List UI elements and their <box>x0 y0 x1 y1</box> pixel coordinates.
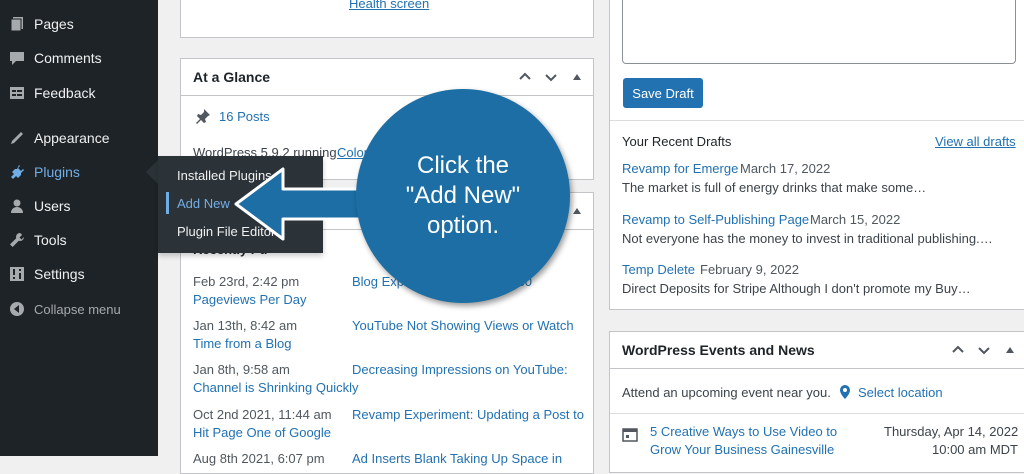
chevron-down-icon[interactable] <box>543 69 559 85</box>
save-draft-button[interactable]: Save Draft <box>623 78 703 108</box>
sidebar-item-pages[interactable]: Pages <box>0 7 158 41</box>
draft-date: March 17, 2022 <box>740 161 831 176</box>
sidebar-item-tools[interactable]: Tools <box>0 223 158 257</box>
pages-icon <box>8 15 26 33</box>
toggle-panel-icon[interactable] <box>1002 342 1018 358</box>
draft-date: March 15, 2022 <box>810 212 901 227</box>
draft-date: February 9, 2022 <box>700 262 800 277</box>
appearance-icon <box>8 129 26 147</box>
divider <box>610 413 1024 414</box>
activity-date: Jan 8th, 9:58 am <box>193 362 290 377</box>
submenu-add-new[interactable]: Add New <box>166 192 230 214</box>
feedback-icon <box>8 84 26 102</box>
flyout-pointer <box>146 160 158 184</box>
draft-title-link[interactable]: Temp Delete <box>622 262 695 277</box>
sidebar-item-label: Pages <box>34 16 74 32</box>
chevron-up-icon[interactable] <box>950 342 966 358</box>
sidebar-item-feedback[interactable]: Feedback <box>0 76 158 110</box>
activity-post-link[interactable]: Channel is Shrinking Quickly <box>193 380 358 395</box>
sidebar-item-label: Settings <box>34 266 85 282</box>
event-time: 10:00 am MDT <box>932 442 1018 457</box>
activity-post-link[interactable]: Decreasing Impressions on YouTube: <box>352 362 568 377</box>
sidebar-item-label: Comments <box>34 50 102 66</box>
panel-controls <box>517 69 585 85</box>
draft-content-textarea[interactable] <box>622 0 1016 64</box>
activity-post-link[interactable]: Time from a Blog <box>193 336 292 351</box>
sidebar-item-label: Feedback <box>34 85 96 101</box>
panel-title: WordPress Events and News <box>622 342 815 358</box>
sidebar-item-settings[interactable]: Settings <box>0 257 158 291</box>
tools-icon <box>8 231 26 249</box>
submenu-installed-plugins[interactable]: Installed Plugins <box>166 164 272 186</box>
collapse-menu-button[interactable]: Collapse menu <box>0 292 158 326</box>
sidebar-item-plugins[interactable]: Plugins <box>0 155 158 189</box>
activity-post-link[interactable]: Revamp Experiment: Updating a Post to <box>352 407 584 422</box>
draft-excerpt: Not everyone has the money to invest in … <box>622 231 993 246</box>
callout-line-1: Click the <box>416 152 510 179</box>
toggle-panel-icon[interactable] <box>569 203 585 219</box>
comments-icon <box>8 49 26 67</box>
admin-sidebar: Pages Comments Feedback Appearance Plugi… <box>0 0 158 456</box>
site-health-panel: Health screen <box>180 0 594 38</box>
chevron-down-icon[interactable] <box>976 342 992 358</box>
sidebar-item-label: Tools <box>34 232 67 248</box>
plugins-submenu: Installed Plugins Add New Plugin File Ed… <box>158 156 323 253</box>
panel-title: At a Glance <box>193 69 271 85</box>
collapse-icon <box>8 300 26 318</box>
panel-header: At a Glance <box>181 59 593 96</box>
event-title-link[interactable]: 5 Creative Ways to Use Video to <box>650 424 837 439</box>
callout-bubble: Click the "Add New" option. <box>356 89 570 303</box>
activity-post-link[interactable]: Pageviews Per Day <box>193 292 306 307</box>
health-screen-link[interactable]: Health screen <box>349 0 429 11</box>
sidebar-item-users[interactable]: Users <box>0 189 158 223</box>
sidebar-item-appearance[interactable]: Appearance <box>0 121 158 155</box>
pin-icon <box>195 108 211 127</box>
sidebar-item-label: Appearance <box>34 130 110 146</box>
chevron-up-icon[interactable] <box>517 69 533 85</box>
activity-date: Oct 2nd 2021, 11:44 am <box>193 407 332 422</box>
activity-post-link[interactable]: Hit Page One of Google <box>193 425 331 440</box>
submenu-plugin-file-editor[interactable]: Plugin File Editor <box>166 220 275 242</box>
select-location-link[interactable]: Select location <box>858 385 943 400</box>
draft-title-link[interactable]: Revamp for Emerge <box>622 161 738 176</box>
plugins-icon <box>8 163 26 181</box>
draft-excerpt: Direct Deposits for Stripe Although I do… <box>622 281 971 296</box>
event-date: Thursday, Apr 14, 2022 <box>884 424 1019 439</box>
recent-drafts-heading: Your Recent Drafts <box>622 134 732 149</box>
panel-header: WordPress Events and News <box>610 332 1024 369</box>
activity-post-link[interactable]: YouTube Not Showing Views or Watch <box>352 318 574 333</box>
activity-date: Jan 13th, 8:42 am <box>193 318 298 333</box>
draft-excerpt: The market is full of energy drinks that… <box>622 180 927 195</box>
calendar-icon <box>622 426 638 445</box>
draft-title-link[interactable]: Revamp to Self-Publishing Page <box>622 212 809 227</box>
posts-count-link[interactable]: 16 Posts <box>219 109 270 124</box>
users-icon <box>8 197 26 215</box>
callout-line-2: "Add New" <box>405 182 521 209</box>
panel-controls <box>950 342 1018 358</box>
attend-event-text: Attend an upcoming event near you. <box>622 385 831 400</box>
sidebar-item-label: Plugins <box>34 164 80 180</box>
collapse-menu-label: Collapse menu <box>34 301 121 317</box>
event-title-link-line2[interactable]: Grow Your Business Gainesville <box>650 442 834 457</box>
toggle-panel-icon[interactable] <box>569 69 585 85</box>
sidebar-item-label: Users <box>34 198 71 214</box>
divider <box>610 120 1024 121</box>
sidebar-item-comments[interactable]: Comments <box>0 41 158 75</box>
location-pin-icon <box>838 384 852 403</box>
activity-date: Feb 23rd, 2:42 pm <box>193 274 300 289</box>
activity-date: Aug 8th 2021, 6:07 pm <box>193 451 325 466</box>
settings-icon <box>8 265 26 283</box>
view-all-drafts-link[interactable]: View all drafts <box>935 134 1016 149</box>
panel-controls <box>569 203 585 219</box>
events-news-panel: WordPress Events and News Attend an upco… <box>609 331 1024 473</box>
quick-draft-panel: Save Draft Your Recent Drafts View all d… <box>609 0 1024 310</box>
activity-post-link[interactable]: Ad Inserts Blank Taking Up Space in <box>352 451 562 466</box>
callout-line-3: option. <box>426 212 500 239</box>
